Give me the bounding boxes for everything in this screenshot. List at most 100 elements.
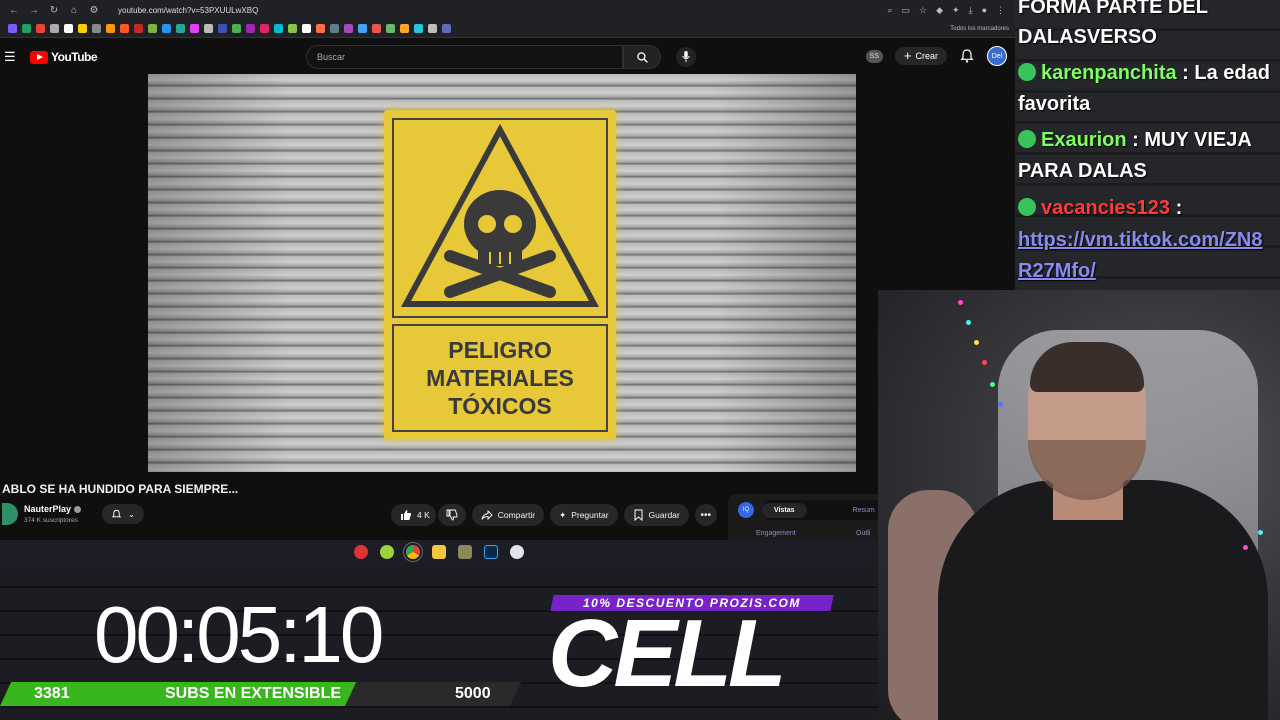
- chat-message: :: [1175, 197, 1183, 219]
- bookmark-icon[interactable]: [442, 24, 451, 33]
- chat-message: favorita: [1018, 93, 1091, 115]
- subs-goal-label: SUBS EN EXTENSIBLE: [165, 685, 342, 702]
- photoshop-app-icon[interactable]: [484, 545, 498, 559]
- sign-line-3: TÓXICOS: [448, 393, 552, 419]
- bookmark-icon[interactable]: [8, 24, 17, 33]
- bookmark-icon[interactable]: [162, 24, 171, 33]
- youtube-play-icon: [30, 50, 48, 64]
- bookmark-icon[interactable]: [120, 24, 129, 33]
- create-button[interactable]: + Crear: [894, 47, 947, 65]
- ask-label: Preguntar: [571, 510, 609, 520]
- bookmark-icon[interactable]: [64, 24, 73, 33]
- tab-resumen[interactable]: Resum: [841, 503, 879, 518]
- cast-icon[interactable]: ▭: [902, 5, 911, 16]
- extension-logo[interactable]: IQ: [738, 502, 754, 518]
- bookmark-icon[interactable]: [386, 24, 395, 33]
- minecraft-app-icon[interactable]: [458, 545, 472, 559]
- menu-icon[interactable]: ⋮: [996, 5, 1005, 16]
- hazard-sign: PELIGRO MATERIALES TÓXICOS: [384, 110, 616, 440]
- reload-icon[interactable]: ↻: [48, 5, 60, 16]
- chat-line: favorita: [1018, 89, 1090, 120]
- tab-vistas[interactable]: Vistas: [762, 502, 807, 518]
- more-actions-button[interactable]: •••: [694, 504, 717, 526]
- bookmark-icon[interactable]: [92, 24, 101, 33]
- download-icon[interactable]: ⤓: [969, 5, 973, 16]
- search-input[interactable]: Buscar: [306, 45, 624, 69]
- engagement-label[interactable]: Engagement: [756, 530, 796, 537]
- bookmark-icon[interactable]: [204, 24, 213, 33]
- like-button[interactable]: 4 K: [391, 504, 436, 526]
- bookmark-icon[interactable]: [400, 24, 409, 33]
- bookmark-icon[interactable]: [78, 24, 87, 33]
- extension-icon[interactable]: ◆: [936, 5, 943, 16]
- skull-warning-icon: [400, 123, 600, 307]
- bookmark-icon[interactable]: [288, 24, 297, 33]
- bookmark-icon[interactable]: [330, 24, 339, 33]
- sign-warning-panel: [392, 118, 608, 318]
- chat-line: vacancies123 :: [1018, 193, 1182, 224]
- fairy-light: [974, 340, 979, 345]
- hamburger-menu-icon[interactable]: ☰: [4, 49, 18, 65]
- chrome-app-icon[interactable]: [403, 542, 423, 562]
- voice-search-button[interactable]: [676, 47, 696, 67]
- bookmark-icon[interactable]: [274, 24, 283, 33]
- bookmark-icon[interactable]: [414, 24, 423, 33]
- outlier-label[interactable]: Outli: [856, 530, 870, 537]
- bookmark-icon[interactable]: [148, 24, 157, 33]
- extensions-puzzle-icon[interactable]: ✦: [952, 5, 960, 16]
- bookmarks-folder[interactable]: Todos los marcadores: [950, 26, 1015, 32]
- share-button[interactable]: Compartir: [471, 504, 545, 526]
- file-explorer-icon[interactable]: [432, 545, 446, 559]
- forward-icon[interactable]: →: [28, 5, 40, 16]
- channel-name-row[interactable]: NauterPlay: [24, 504, 82, 514]
- channel-name[interactable]: NauterPlay: [24, 504, 71, 514]
- bookmark-icon[interactable]: [246, 24, 255, 33]
- dislike-button[interactable]: [437, 504, 466, 526]
- channel-avatar[interactable]: [2, 503, 18, 525]
- back-icon[interactable]: ←: [8, 5, 20, 16]
- bookmark-icon[interactable]: [428, 24, 437, 33]
- bookmark-icon[interactable]: [218, 24, 227, 33]
- subscription-bell-button[interactable]: ⌄: [102, 504, 144, 524]
- bookmark-icon[interactable]: [106, 24, 115, 33]
- zoom-icon[interactable]: ⌕: [887, 5, 892, 16]
- bookmark-icon[interactable]: [36, 24, 45, 33]
- chat-link[interactable]: https://vm.tiktok.com/ZN8: [1018, 229, 1262, 251]
- save-button[interactable]: Guardar: [623, 504, 689, 526]
- bookmark-icon[interactable]: [344, 24, 353, 33]
- sign-line-2: MATERIALES: [426, 365, 574, 391]
- chat-line: https://vm.tiktok.com/ZN8: [1018, 225, 1262, 256]
- ss-badge[interactable]: SS: [865, 49, 883, 63]
- bookmark-icon[interactable]: [232, 24, 241, 33]
- thumbs-up-icon: [401, 510, 411, 520]
- fairy-light: [1243, 545, 1248, 550]
- recording-app-icon[interactable]: [354, 545, 368, 559]
- bookmark-icon[interactable]: [190, 24, 199, 33]
- bookmark-star-icon[interactable]: ☆: [919, 5, 927, 16]
- bookmark-icon[interactable]: [22, 24, 31, 33]
- bookmark-icon[interactable]: [260, 24, 269, 33]
- spotify-app-icon[interactable]: [380, 545, 394, 559]
- profile-icon[interactable]: ●: [982, 5, 987, 16]
- notifications-bell-icon[interactable]: [959, 48, 975, 64]
- url-text[interactable]: youtube.com/watch?v=53PXUULwXBQ: [118, 6, 258, 15]
- site-info-icon[interactable]: ⚙: [88, 5, 100, 16]
- bookmark-icon[interactable]: [358, 24, 367, 33]
- bookmark-icon[interactable]: [134, 24, 143, 33]
- bookmark-icon[interactable]: [372, 24, 381, 33]
- chat-line: DALASVERSO: [1018, 22, 1157, 53]
- bookmark-icon[interactable]: [176, 24, 185, 33]
- sign-text-panel: PELIGRO MATERIALES TÓXICOS: [392, 324, 608, 432]
- ask-button[interactable]: ✦ Preguntar: [550, 504, 618, 526]
- youtube-logo[interactable]: YouTube: [30, 50, 98, 64]
- home-icon[interactable]: ⌂: [68, 5, 80, 16]
- search-button[interactable]: [623, 45, 661, 69]
- bookmark-icon[interactable]: [50, 24, 59, 33]
- video-player[interactable]: PELIGRO MATERIALES TÓXICOS: [148, 74, 856, 472]
- bookmark-icon[interactable]: [302, 24, 311, 33]
- obs-app-icon[interactable]: [510, 545, 524, 559]
- bookmark-icon[interactable]: [316, 24, 325, 33]
- chat-link[interactable]: R27Mfo/: [1018, 260, 1096, 282]
- account-avatar[interactable]: Del: [987, 46, 1007, 66]
- like-count: 4 K: [417, 510, 430, 520]
